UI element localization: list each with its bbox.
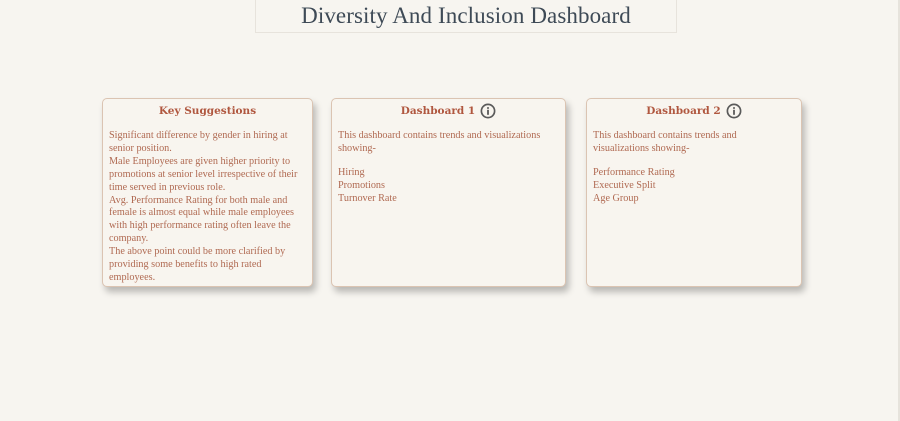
info-icon[interactable] (480, 103, 496, 119)
dashboard-1-card[interactable]: Dashboard 1 This dashboard contains tren… (331, 98, 566, 287)
suggestion-line: The above point could be more clarified … (109, 246, 286, 283)
key-suggestions-title: Key Suggestions (158, 105, 257, 117)
dashboard-1-body: This dashboard contains trends and visua… (338, 130, 559, 206)
dashboard-1-item: Hiring (338, 166, 365, 178)
suggestion-line: Significant difference by gender in hiri… (109, 130, 288, 154)
dashboard-2-intro: This dashboard contains trends and visua… (593, 130, 737, 154)
dashboard-2-item: Executive Split (593, 179, 656, 191)
dashboard-2-header: Dashboard 2 (593, 100, 795, 122)
key-suggestions-card: Key Suggestions Significant difference b… (102, 98, 313, 287)
dashboard-2-body: This dashboard contains trends and visua… (593, 130, 795, 206)
dashboard-2-card[interactable]: Dashboard 2 This dashboard contains tren… (586, 98, 802, 287)
dashboard-1-item: Promotions (338, 179, 385, 191)
dashboard-1-item: Turnover Rate (338, 192, 397, 204)
dashboard-1-title[interactable]: Dashboard 1 (401, 105, 475, 117)
suggestion-line: Male Employees are given higher priority… (109, 155, 298, 193)
dashboard-2-title[interactable]: Dashboard 2 (646, 105, 720, 117)
page-title: Diversity And Inclusion Dashboard (301, 3, 631, 28)
dashboard-title-box: Diversity And Inclusion Dashboard (255, 0, 677, 33)
info-icon[interactable] (726, 103, 742, 119)
key-suggestions-body: Significant difference by gender in hiri… (109, 130, 306, 285)
dashboard-1-intro: This dashboard contains trends and visua… (338, 130, 541, 154)
key-suggestions-header: Key Suggestions (109, 100, 306, 122)
dashboard-1-header: Dashboard 1 (338, 100, 559, 122)
suggestion-line: Avg. Performance Rating for both male an… (109, 194, 295, 245)
dashboard-2-item: Performance Rating (593, 166, 675, 178)
dashboard-2-item: Age Group (593, 192, 639, 204)
